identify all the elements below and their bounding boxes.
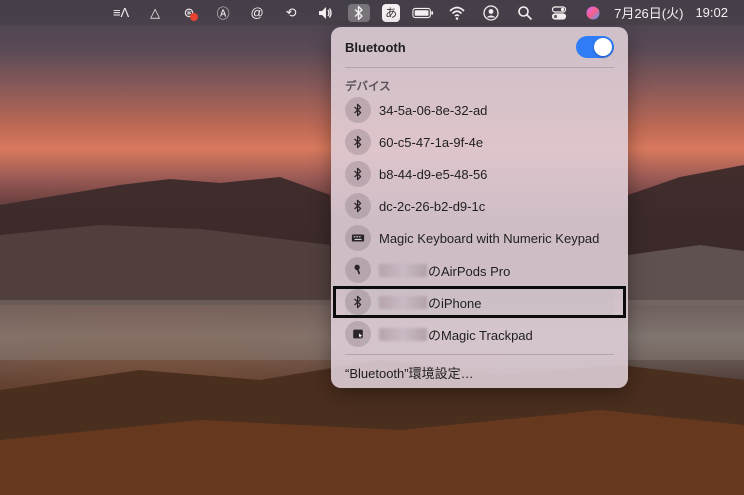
device-item-magic-trackpad[interactable]: のMagic Trackpad <box>345 318 614 350</box>
notification-dot <box>190 12 199 21</box>
toggle-knob <box>594 38 612 56</box>
device-item-dc-2c-26-b2-d9-1c[interactable]: dc-2c-26-b2-d9-1c <box>345 190 614 222</box>
redacted-owner-name <box>379 327 427 341</box>
bluetooth-title: Bluetooth <box>345 39 406 55</box>
bluetooth-menu: Bluetooth デバイス 34-5a-06-8e-32-ad 60-c5-4… <box>331 27 628 388</box>
header-divider <box>345 67 614 68</box>
redacted-owner-name <box>379 295 427 309</box>
device-item-iphone[interactable]: のiPhone <box>333 286 626 318</box>
device-item-magic-keyboard[interactable]: Magic Keyboard with Numeric Keypad <box>345 222 614 254</box>
bluetooth-icon <box>345 193 371 219</box>
bluetooth-icon <box>345 289 371 315</box>
wifi-icon[interactable] <box>446 4 468 22</box>
redacted-owner-name <box>379 263 427 277</box>
spotlight-search-icon[interactable] <box>514 4 536 22</box>
airpods-icon <box>345 257 371 283</box>
device-label: Magic Keyboard with Numeric Keypad <box>379 230 600 246</box>
time-machine-icon[interactable]: ⟲ <box>280 4 302 22</box>
menubar-time[interactable]: 19:02 <box>695 5 728 20</box>
bluetooth-icon <box>345 129 371 155</box>
keyboard-icon <box>345 225 371 251</box>
device-label: dc-2c-26-b2-d9-1c <box>379 198 486 214</box>
user-icon[interactable] <box>480 4 502 22</box>
flags-app-icon[interactable]: ≡Λ <box>110 4 132 22</box>
battery-icon[interactable] <box>412 4 434 22</box>
devices-section-label: デバイス <box>345 81 391 93</box>
device-label: 34-5a-06-8e-32-ad <box>379 102 488 118</box>
bluetooth-icon <box>345 97 371 123</box>
device-label: のiPhone <box>428 295 482 311</box>
trackpad-icon <box>345 321 371 347</box>
device-label: のMagic Trackpad <box>428 327 533 343</box>
bluetooth-icon <box>345 161 371 187</box>
drive-icon[interactable]: △ <box>144 4 166 22</box>
device-item-airpods-pro[interactable]: のAirPods Pro <box>345 254 614 286</box>
control-center-icon[interactable] <box>548 4 570 22</box>
bluetooth-icon[interactable] <box>348 3 371 22</box>
device-label: b8-44-d9-e5-48-56 <box>379 166 488 182</box>
device-label: 60-c5-47-1a-9f-4e <box>379 134 484 150</box>
at-sign-icon[interactable]: @ <box>246 4 268 22</box>
adobe-icon[interactable]: Ⓐ <box>212 4 234 22</box>
input-method-icon[interactable]: あ <box>382 3 401 22</box>
bluetooth-preferences-link[interactable]: “Bluetooth”環境設定… <box>345 355 614 389</box>
bluetooth-toggle[interactable] <box>576 36 614 58</box>
device-item-b8-44-d9-e5-48-56[interactable]: b8-44-d9-e5-48-56 <box>345 158 614 190</box>
device-label: のAirPods Pro <box>428 263 511 279</box>
device-item-60-c5-47-1a-9f-4e[interactable]: 60-c5-47-1a-9f-4e <box>345 126 614 158</box>
creative-cloud-icon[interactable]: ⊛ <box>178 4 200 22</box>
menubar-date[interactable]: 7月26日(火) <box>614 3 683 22</box>
menu-bar: ≡Λ △ ⊛ Ⓐ @ ⟲ あ 7月26日(火) 19:02 <box>0 0 744 25</box>
volume-icon[interactable] <box>314 4 336 22</box>
device-item-34-5a-06-8e-32-ad[interactable]: 34-5a-06-8e-32-ad <box>345 94 614 126</box>
siri-icon[interactable] <box>582 4 604 22</box>
bluetooth-header: Bluetooth <box>345 27 614 67</box>
device-list: 34-5a-06-8e-32-ad 60-c5-47-1a-9f-4e b8-4… <box>333 94 626 350</box>
